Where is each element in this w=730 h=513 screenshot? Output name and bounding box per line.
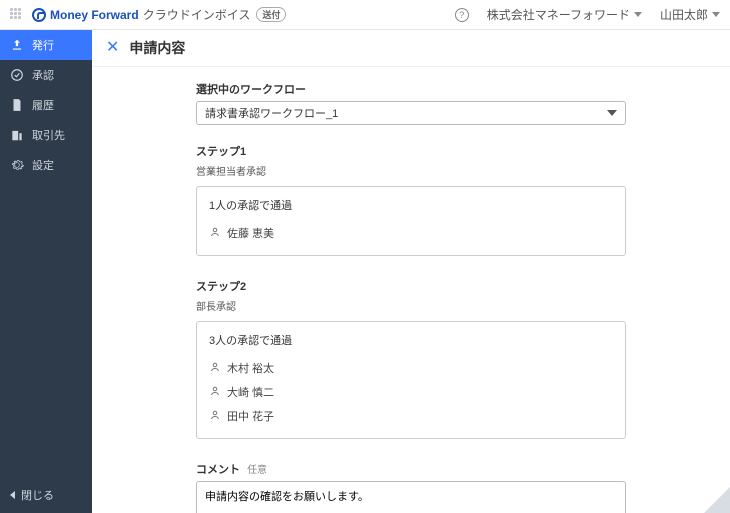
- comment-textarea[interactable]: [196, 481, 626, 513]
- step-box: 3人の承認で通過 木村 裕太 大崎 慎二 田中 花子: [196, 321, 626, 439]
- app-header: Money Forward クラウドインボイス 送付 ? 株式会社マネーフォワー…: [0, 0, 730, 30]
- user-icon: [209, 409, 221, 424]
- sidebar-item-settings[interactable]: 設定: [0, 150, 92, 180]
- page-title: 申請内容: [129, 38, 185, 58]
- sidebar-item-approval[interactable]: 承認: [0, 60, 92, 90]
- gear-icon: [10, 158, 24, 172]
- upload-icon: [10, 38, 24, 52]
- close-icon[interactable]: ✕: [106, 40, 119, 56]
- user-name: 山田太郎: [660, 6, 708, 23]
- sidebar-item-label: 承認: [32, 67, 54, 83]
- sidebar-item-label: 取引先: [32, 127, 65, 143]
- step-rule: 3人の承認で通過: [209, 332, 613, 348]
- sidebar-close-label: 閉じる: [21, 487, 54, 503]
- step-box: 1人の承認で通過 佐藤 恵美: [196, 186, 626, 256]
- workflow-select[interactable]: 請求書承認ワークフロー_1: [196, 101, 626, 125]
- approver-name: 佐藤 恵美: [227, 225, 274, 241]
- comment-optional: 任意: [247, 465, 267, 476]
- page-corner-fold: [704, 487, 730, 513]
- sidebar-collapse[interactable]: 閉じる: [0, 477, 92, 513]
- approver-name: 木村 裕太: [227, 360, 274, 376]
- application-form: 選択中のワークフロー 請求書承認ワークフロー_1 ステップ1 営業担当者承認 1…: [196, 81, 626, 513]
- page-header: ✕ 申請内容: [92, 30, 730, 67]
- chevron-down-icon: [634, 12, 642, 17]
- caret-down-icon: [607, 110, 617, 116]
- sidebar-item-label: 発行: [32, 37, 54, 53]
- building-icon: [10, 128, 24, 142]
- sidebar: 発行 承認 履歴 取引先 設定 閉じる: [0, 30, 92, 513]
- sidebar-item-issue[interactable]: 発行: [0, 30, 92, 60]
- check-circle-icon: [10, 68, 24, 82]
- approver-row: 佐藤 恵美: [209, 221, 613, 245]
- comment-label: コメント 任意: [196, 461, 626, 477]
- sidebar-item-label: 履歴: [32, 97, 54, 113]
- content: 選択中のワークフロー 請求書承認ワークフロー_1 ステップ1 営業担当者承認 1…: [92, 67, 730, 513]
- step-rule: 1人の承認で通過: [209, 197, 613, 213]
- sidebar-item-history[interactable]: 履歴: [0, 90, 92, 120]
- comment-label-text: コメント: [196, 464, 240, 476]
- step-title: ステップ2: [196, 278, 626, 294]
- workflow-label: 選択中のワークフロー: [196, 81, 626, 97]
- approver-row: 大崎 慎二: [209, 380, 613, 404]
- company-name: 株式会社マネーフォワード: [487, 6, 630, 23]
- sidebar-item-clients[interactable]: 取引先: [0, 120, 92, 150]
- apps-grid-icon[interactable]: [10, 8, 24, 22]
- user-icon: [209, 226, 221, 241]
- help-icon[interactable]: ?: [455, 8, 469, 22]
- company-dropdown[interactable]: 株式会社マネーフォワード: [487, 6, 642, 23]
- brand-main: Money Forward: [50, 8, 139, 22]
- chevron-left-icon: [10, 491, 15, 499]
- brand-badge: 送付: [256, 7, 286, 22]
- approver-name: 田中 花子: [227, 408, 274, 424]
- brand-sub: クラウドインボイス: [143, 6, 251, 23]
- user-dropdown[interactable]: 山田太郎: [660, 6, 720, 23]
- user-icon: [209, 361, 221, 376]
- step-subtitle: 営業担当者承認: [196, 163, 626, 178]
- step-title: ステップ1: [196, 143, 626, 159]
- approver-row: 田中 花子: [209, 404, 613, 428]
- brand: Money Forward クラウドインボイス 送付: [32, 6, 286, 23]
- document-icon: [10, 98, 24, 112]
- main: ✕ 申請内容 選択中のワークフロー 請求書承認ワークフロー_1 ステップ1 営業…: [92, 30, 730, 513]
- chevron-down-icon: [712, 12, 720, 17]
- approver-row: 木村 裕太: [209, 356, 613, 380]
- user-icon: [209, 385, 221, 400]
- step-subtitle: 部長承認: [196, 298, 626, 313]
- workflow-value: 請求書承認ワークフロー_1: [205, 105, 338, 121]
- approver-name: 大崎 慎二: [227, 384, 274, 400]
- brand-logo-icon: [32, 8, 46, 22]
- sidebar-item-label: 設定: [32, 157, 54, 173]
